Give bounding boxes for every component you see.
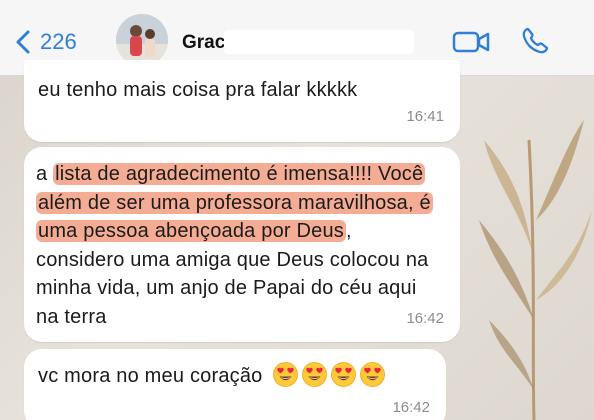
chevron-left-icon xyxy=(16,30,30,54)
heart-eyes-emoji xyxy=(272,362,298,387)
message-text: a lista de agradecimento é imensa!!!! Vo… xyxy=(36,163,433,328)
highlighted-text: lista de agradecimento é imensa!!!! Você… xyxy=(36,163,433,243)
message-bubble[interactable]: vc mora no meu coração 16:42 xyxy=(24,349,446,420)
name-redaction xyxy=(224,30,414,54)
heart-eyes-emoji xyxy=(359,362,385,387)
phone-icon[interactable] xyxy=(520,26,550,56)
message-text-segment: vc mora no meu coração xyxy=(38,365,263,387)
message-bubble[interactable]: eu tenho mais coisa pra falar kkkkk 16:4… xyxy=(24,60,460,142)
message-text: eu tenho mais coisa pra falar kkkkk xyxy=(38,79,357,101)
video-camera-icon[interactable] xyxy=(452,28,490,56)
message-text: vc mora no meu coração xyxy=(38,365,263,387)
message-timestamp: 16:42 xyxy=(392,399,430,416)
emoji-row xyxy=(263,362,385,387)
avatar[interactable] xyxy=(116,14,168,66)
message-timestamp: 16:42 xyxy=(406,310,444,328)
dried-plant-decoration xyxy=(479,120,592,420)
back-button[interactable]: 226 xyxy=(14,26,77,58)
heart-eyes-emoji xyxy=(301,362,327,387)
message-timestamp: 16:41 xyxy=(406,108,444,126)
unread-count: 226 xyxy=(40,29,77,54)
heart-eyes-emoji xyxy=(330,362,356,387)
message-text-segment: eu tenho mais coisa pra falar kkkkk xyxy=(38,79,358,101)
message-text-segment: a xyxy=(36,163,54,185)
message-bubble[interactable]: a lista de agradecimento é imensa!!!! Vo… xyxy=(24,147,460,342)
